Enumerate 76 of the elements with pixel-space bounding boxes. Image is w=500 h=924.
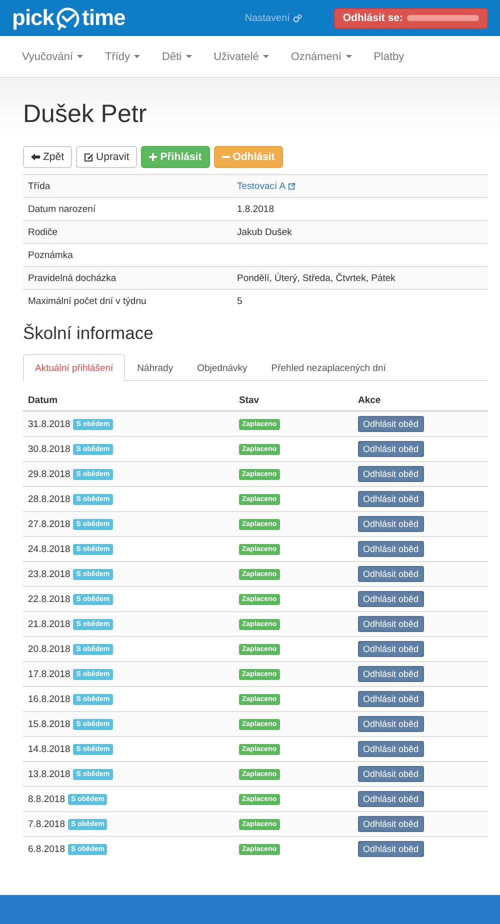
cancel-lunch-button[interactable]: Odhlásit oběd <box>358 841 424 857</box>
logo-text: time <box>82 5 126 31</box>
sign-in-button[interactable]: Přihlásit <box>141 146 210 168</box>
gears-icon <box>292 14 302 22</box>
cancel-lunch-button[interactable]: Odhlásit oběd <box>358 791 424 807</box>
date-text: 27.8.2018 <box>28 518 70 530</box>
detail-value: 5 <box>232 290 488 312</box>
tab[interactable]: Objednávky <box>185 354 260 381</box>
tab[interactable]: Aktuální přihlášení <box>23 354 126 381</box>
date-text: 21.8.2018 <box>28 618 70 630</box>
detail-label: Maximální počet dní v týdnu <box>23 290 232 312</box>
cancel-lunch-button[interactable]: Odhlásit oběd <box>358 641 424 657</box>
arrow-left-icon <box>31 153 40 161</box>
settings-link[interactable]: Nastavení <box>244 12 302 24</box>
date-text: 15.8.2018 <box>28 718 70 730</box>
date-text: 28.8.2018 <box>28 494 70 504</box>
nav-menu-item[interactable]: Vyučování <box>22 50 83 62</box>
detail-value: Jakub Dušek <box>232 220 488 244</box>
date-text: 31.8.2018 <box>28 418 70 430</box>
nav-menu-item[interactable]: Uživatelé <box>214 50 269 62</box>
class-link[interactable]: Testovací A <box>237 180 295 192</box>
detail-label: Pravidelná docházka <box>23 266 232 290</box>
date-text: 17.8.2018 <box>28 668 70 680</box>
date-text: 20.8.2018 <box>28 644 70 654</box>
blurred-email <box>407 15 479 21</box>
date-text: 22.8.2018 <box>28 594 70 604</box>
logout-button[interactable]: Odhlásit se: <box>334 8 488 28</box>
caret-icon <box>262 55 269 58</box>
cancel-lunch-button[interactable]: Odhlásit oběd <box>358 441 424 457</box>
detail-label: Rodiče <box>23 220 232 244</box>
cancel-lunch-button[interactable]: Odhlásit oběd <box>358 416 424 432</box>
detail-value: Pondělí, Úterý, Středa, Čtvrtek, Pátek <box>232 266 488 290</box>
cancel-lunch-button[interactable]: Odhlásit oběd <box>358 541 424 557</box>
date-text: 16.8.2018 <box>28 694 70 704</box>
tab[interactable]: Náhrady <box>125 354 186 381</box>
back-button[interactable]: Zpět <box>23 146 72 168</box>
date-text: 7.8.2018 <box>28 818 65 830</box>
nav-menu-item[interactable]: Třídy <box>104 50 140 62</box>
date-text: 14.8.2018 <box>28 744 70 754</box>
nav-menu-item[interactable]: Děti <box>162 50 192 62</box>
tab[interactable]: Přehled nezaplacených dní <box>259 354 398 381</box>
cancel-lunch-button[interactable]: Odhlásit oběd <box>358 591 424 607</box>
cancel-lunch-button[interactable]: Odhlásit oběd <box>358 466 424 482</box>
nav-menu-item[interactable]: Platby <box>374 50 404 62</box>
clock-icon <box>55 5 82 31</box>
cancel-lunch-button[interactable]: Odhlásit oběd <box>358 666 424 682</box>
cancel-lunch-button[interactable]: Odhlásit oběd <box>358 766 424 782</box>
date-text: 29.8.2018 <box>28 468 70 480</box>
date-text: 8.8.2018 <box>28 794 65 804</box>
external-link-icon <box>288 182 295 190</box>
date-text: 13.8.2018 <box>28 768 70 780</box>
section-title: Školní informace <box>23 323 154 344</box>
caret-icon <box>186 55 192 58</box>
date-text: 30.8.2018 <box>28 444 70 454</box>
cancel-lunch-button[interactable]: Odhlásit oběd <box>358 816 424 832</box>
cancel-lunch-button[interactable]: Odhlásit oběd <box>358 566 424 582</box>
caret-icon <box>76 55 83 58</box>
caret-icon <box>346 55 352 58</box>
cancel-lunch-button[interactable]: Odhlásit oběd <box>358 616 424 632</box>
edit-icon <box>84 152 94 162</box>
plus-icon <box>149 153 158 161</box>
date-text: 6.8.2018 <box>28 844 65 854</box>
cancel-lunch-button[interactable]: Odhlásit oběd <box>358 516 424 532</box>
date-text: 24.8.2018 <box>28 544 70 554</box>
detail-label: Třída <box>23 174 232 198</box>
cancel-lunch-button[interactable]: Odhlásit oběd <box>358 491 424 507</box>
logo-text: pick <box>12 5 54 31</box>
nav-menu-item[interactable]: Oznámení <box>290 50 352 62</box>
cancel-lunch-button[interactable]: Odhlásit oběd <box>358 716 424 732</box>
caret-icon <box>134 55 140 58</box>
page-title: Dušek Petr <box>23 100 148 129</box>
edit-button[interactable]: Upravit <box>76 146 138 168</box>
cancel-lunch-button[interactable]: Odhlásit oběd <box>358 741 424 757</box>
cancel-lunch-button[interactable]: Odhlásit oběd <box>358 691 424 707</box>
minus-icon <box>222 153 230 161</box>
date-text: 23.8.2018 <box>28 568 70 580</box>
